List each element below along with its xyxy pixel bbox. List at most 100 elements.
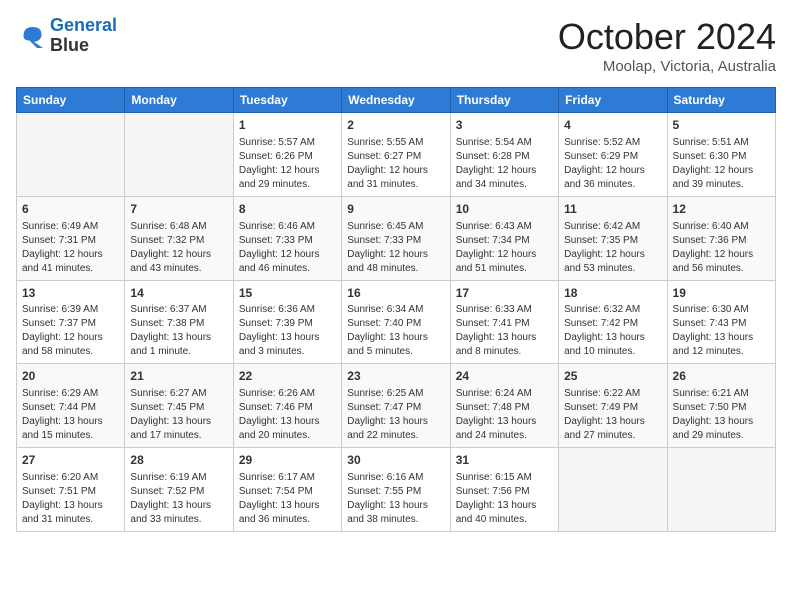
daylight-hours: Daylight: 13 hours and 27 minutes. (564, 415, 661, 443)
calendar-body: 1Sunrise: 5:57 AMSunset: 6:26 PMDaylight… (17, 113, 776, 532)
sunrise-time: Sunrise: 6:19 AM (130, 471, 227, 485)
sunset-time: Sunset: 7:49 PM (564, 401, 661, 415)
sunrise-time: Sunrise: 6:43 AM (456, 220, 553, 234)
day-number: 13 (22, 285, 119, 302)
sunrise-time: Sunrise: 6:15 AM (456, 471, 553, 485)
day-number: 8 (239, 201, 336, 218)
day-number: 16 (347, 285, 444, 302)
sunset-time: Sunset: 6:26 PM (239, 150, 336, 164)
sunset-time: Sunset: 7:55 PM (347, 485, 444, 499)
daylight-hours: Daylight: 12 hours and 39 minutes. (673, 164, 770, 192)
calendar-day-cell: 21Sunrise: 6:27 AMSunset: 7:45 PMDayligh… (125, 364, 233, 448)
calendar-day-cell: 7Sunrise: 6:48 AMSunset: 7:32 PMDaylight… (125, 196, 233, 280)
sunrise-time: Sunrise: 5:51 AM (673, 136, 770, 150)
sunset-time: Sunset: 7:39 PM (239, 317, 336, 331)
header-row: SundayMondayTuesdayWednesdayThursdayFrid… (17, 88, 776, 113)
day-number: 12 (673, 201, 770, 218)
sunset-time: Sunset: 7:40 PM (347, 317, 444, 331)
sunrise-time: Sunrise: 5:52 AM (564, 136, 661, 150)
sunrise-time: Sunrise: 6:36 AM (239, 303, 336, 317)
daylight-hours: Daylight: 13 hours and 1 minute. (130, 331, 227, 359)
daylight-hours: Daylight: 12 hours and 41 minutes. (22, 248, 119, 276)
sunset-time: Sunset: 6:27 PM (347, 150, 444, 164)
sunrise-time: Sunrise: 6:16 AM (347, 471, 444, 485)
title-block: October 2024 Moolap, Victoria, Australia (558, 16, 776, 75)
sunrise-time: Sunrise: 6:20 AM (22, 471, 119, 485)
daylight-hours: Daylight: 12 hours and 36 minutes. (564, 164, 661, 192)
sunrise-time: Sunrise: 6:22 AM (564, 387, 661, 401)
day-of-week-header: Tuesday (233, 88, 341, 113)
logo-text: General Blue (50, 16, 117, 56)
location: Moolap, Victoria, Australia (558, 58, 776, 75)
daylight-hours: Daylight: 12 hours and 46 minutes. (239, 248, 336, 276)
daylight-hours: Daylight: 13 hours and 20 minutes. (239, 415, 336, 443)
sunset-time: Sunset: 7:56 PM (456, 485, 553, 499)
daylight-hours: Daylight: 13 hours and 36 minutes. (239, 499, 336, 527)
calendar-day-cell: 10Sunrise: 6:43 AMSunset: 7:34 PMDayligh… (450, 196, 558, 280)
sunset-time: Sunset: 7:44 PM (22, 401, 119, 415)
day-number: 3 (456, 117, 553, 134)
calendar-day-cell (125, 113, 233, 197)
calendar-day-cell: 13Sunrise: 6:39 AMSunset: 7:37 PMDayligh… (17, 280, 125, 364)
sunset-time: Sunset: 7:47 PM (347, 401, 444, 415)
day-number: 25 (564, 368, 661, 385)
calendar-day-cell: 12Sunrise: 6:40 AMSunset: 7:36 PMDayligh… (667, 196, 775, 280)
calendar-day-cell: 31Sunrise: 6:15 AMSunset: 7:56 PMDayligh… (450, 448, 558, 532)
sunrise-time: Sunrise: 6:46 AM (239, 220, 336, 234)
calendar-day-cell: 9Sunrise: 6:45 AMSunset: 7:33 PMDaylight… (342, 196, 450, 280)
calendar-day-cell: 20Sunrise: 6:29 AMSunset: 7:44 PMDayligh… (17, 364, 125, 448)
calendar-day-cell: 24Sunrise: 6:24 AMSunset: 7:48 PMDayligh… (450, 364, 558, 448)
logo-line1: General (50, 15, 117, 35)
calendar-day-cell: 18Sunrise: 6:32 AMSunset: 7:42 PMDayligh… (559, 280, 667, 364)
day-number: 5 (673, 117, 770, 134)
sunrise-time: Sunrise: 6:24 AM (456, 387, 553, 401)
daylight-hours: Daylight: 13 hours and 33 minutes. (130, 499, 227, 527)
day-number: 7 (130, 201, 227, 218)
sunrise-time: Sunrise: 6:26 AM (239, 387, 336, 401)
day-number: 23 (347, 368, 444, 385)
calendar-day-cell: 3Sunrise: 5:54 AMSunset: 6:28 PMDaylight… (450, 113, 558, 197)
calendar-week-row: 20Sunrise: 6:29 AMSunset: 7:44 PMDayligh… (17, 364, 776, 448)
sunset-time: Sunset: 7:51 PM (22, 485, 119, 499)
day-number: 27 (22, 452, 119, 469)
daylight-hours: Daylight: 12 hours and 48 minutes. (347, 248, 444, 276)
calendar-day-cell: 28Sunrise: 6:19 AMSunset: 7:52 PMDayligh… (125, 448, 233, 532)
calendar-day-cell: 8Sunrise: 6:46 AMSunset: 7:33 PMDaylight… (233, 196, 341, 280)
daylight-hours: Daylight: 13 hours and 10 minutes. (564, 331, 661, 359)
calendar-day-cell: 22Sunrise: 6:26 AMSunset: 7:46 PMDayligh… (233, 364, 341, 448)
day-number: 1 (239, 117, 336, 134)
day-number: 11 (564, 201, 661, 218)
logo-line2: Blue (50, 36, 117, 56)
sunrise-time: Sunrise: 6:33 AM (456, 303, 553, 317)
daylight-hours: Daylight: 12 hours and 34 minutes. (456, 164, 553, 192)
day-number: 4 (564, 117, 661, 134)
calendar-day-cell: 15Sunrise: 6:36 AMSunset: 7:39 PMDayligh… (233, 280, 341, 364)
sunrise-time: Sunrise: 5:55 AM (347, 136, 444, 150)
daylight-hours: Daylight: 13 hours and 38 minutes. (347, 499, 444, 527)
sunrise-time: Sunrise: 6:45 AM (347, 220, 444, 234)
sunset-time: Sunset: 7:34 PM (456, 234, 553, 248)
daylight-hours: Daylight: 12 hours and 58 minutes. (22, 331, 119, 359)
logo-icon (16, 21, 46, 51)
day-number: 17 (456, 285, 553, 302)
daylight-hours: Daylight: 13 hours and 8 minutes. (456, 331, 553, 359)
daylight-hours: Daylight: 13 hours and 24 minutes. (456, 415, 553, 443)
day-of-week-header: Sunday (17, 88, 125, 113)
calendar-day-cell: 5Sunrise: 5:51 AMSunset: 6:30 PMDaylight… (667, 113, 775, 197)
daylight-hours: Daylight: 13 hours and 17 minutes. (130, 415, 227, 443)
sunset-time: Sunset: 6:28 PM (456, 150, 553, 164)
logo: General Blue (16, 16, 117, 56)
sunset-time: Sunset: 7:32 PM (130, 234, 227, 248)
daylight-hours: Daylight: 13 hours and 12 minutes. (673, 331, 770, 359)
calendar-day-cell: 23Sunrise: 6:25 AMSunset: 7:47 PMDayligh… (342, 364, 450, 448)
month-title: October 2024 (558, 16, 776, 58)
day-number: 29 (239, 452, 336, 469)
day-number: 2 (347, 117, 444, 134)
calendar-day-cell (667, 448, 775, 532)
sunrise-time: Sunrise: 6:39 AM (22, 303, 119, 317)
calendar-day-cell: 26Sunrise: 6:21 AMSunset: 7:50 PMDayligh… (667, 364, 775, 448)
sunset-time: Sunset: 7:50 PM (673, 401, 770, 415)
sunrise-time: Sunrise: 6:29 AM (22, 387, 119, 401)
sunset-time: Sunset: 7:31 PM (22, 234, 119, 248)
day-of-week-header: Monday (125, 88, 233, 113)
